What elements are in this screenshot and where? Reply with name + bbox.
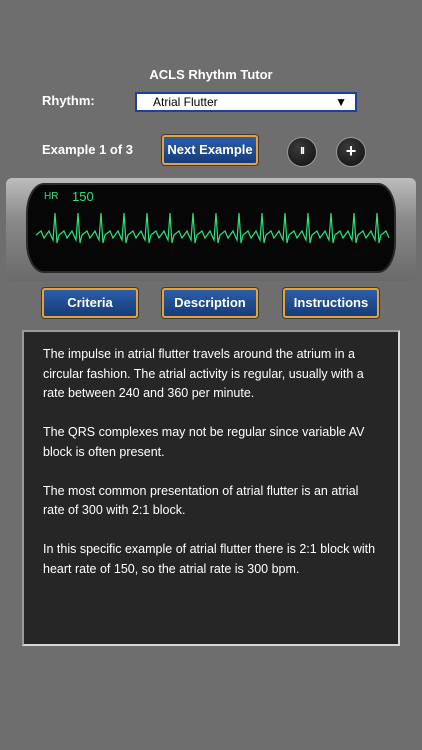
next-example-button[interactable]: Next Example: [162, 135, 258, 165]
description-panel: The impulse in atrial flutter travels ar…: [22, 330, 400, 646]
tab-criteria[interactable]: Criteria: [42, 288, 138, 318]
ecg-trace: [35, 212, 390, 244]
app-title: ACLS Rhythm Tutor: [149, 67, 273, 82]
description-paragraph: The most common presentation of atrial f…: [43, 483, 359, 518]
description-paragraph: In this specific example of atrial flutt…: [43, 542, 376, 576]
rhythm-select-value: Atrial Flutter: [153, 95, 218, 109]
chevron-down-icon: ▼: [335, 95, 347, 109]
example-counter: Example 1 of 3: [42, 142, 134, 157]
plus-icon[interactable]: +: [336, 137, 366, 167]
description-paragraph: The QRS complexes may not be regular sin…: [43, 425, 365, 459]
pause-icon[interactable]: II: [287, 137, 317, 167]
rhythm-label: Rhythm:: [42, 93, 95, 108]
ecg-trace-svg: [35, 212, 390, 244]
tab-description[interactable]: Description: [162, 288, 258, 318]
description-paragraph: The impulse in atrial flutter travels ar…: [43, 347, 364, 400]
rhythm-select[interactable]: Atrial Flutter ▼: [135, 92, 357, 112]
ecg-screen: HR 150: [26, 183, 396, 273]
tab-instructions[interactable]: Instructions: [283, 288, 379, 318]
